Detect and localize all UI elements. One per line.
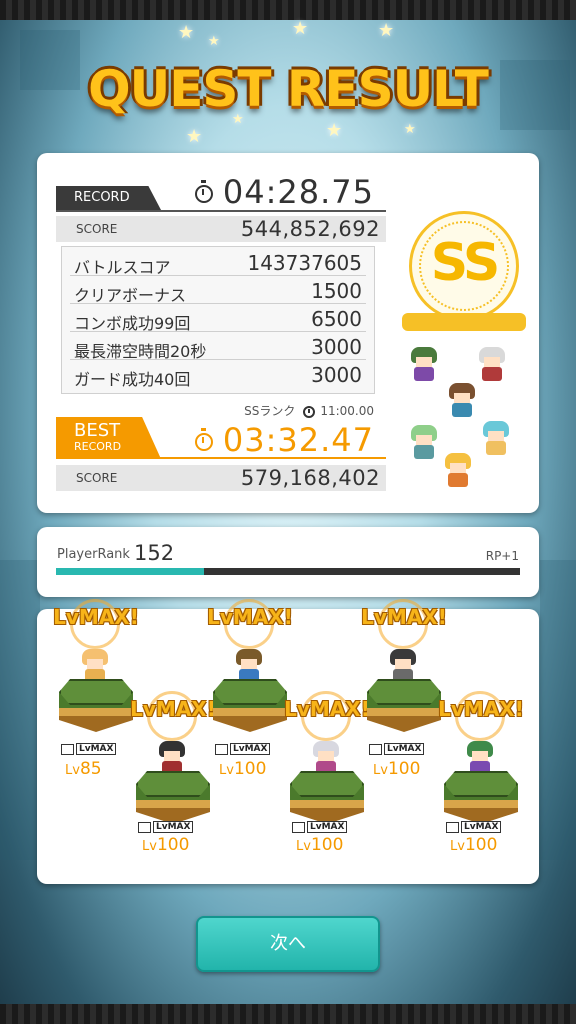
lvmax-label: LvMAX! bbox=[438, 697, 524, 721]
record-score-row: SCORE 544,852,692 bbox=[56, 216, 386, 242]
stopwatch-icon bbox=[194, 428, 213, 451]
ss-condition-time: 11:00.00 bbox=[320, 404, 374, 418]
breakdown-label: ガード成功40回 bbox=[74, 370, 191, 389]
score-label: SCORE bbox=[76, 471, 118, 485]
sparkle-icon: ★ bbox=[404, 122, 416, 137]
best-time-value: 03:32.47 bbox=[222, 421, 374, 459]
breakdown-label: バトルスコア bbox=[74, 258, 171, 277]
character-sprite-icon bbox=[477, 347, 507, 383]
party-unit: LvMAX! LvMAX Lv100 bbox=[130, 691, 216, 891]
grass-pedestal bbox=[136, 771, 210, 827]
rank-badge-text: SS bbox=[430, 233, 501, 293]
character-sprite-icon bbox=[481, 421, 511, 457]
stopwatch-icon bbox=[303, 405, 316, 418]
best-time: 03:32.47 bbox=[194, 421, 374, 459]
score-label: SCORE bbox=[76, 222, 118, 236]
party-card: LvMAX! LvMAX Lv85 LvMAX! LvMAX Lv100 LvM… bbox=[37, 599, 539, 884]
breakdown-row: バトルスコア 143737605 bbox=[70, 250, 366, 277]
breakdown-value: 6500 bbox=[311, 307, 362, 331]
lvmax-badge: LvMAX bbox=[446, 821, 516, 835]
record-time: 04:28.75 bbox=[194, 173, 374, 211]
sparkle-icon: ★ bbox=[208, 34, 220, 49]
best-score-value: 579,168,402 bbox=[240, 466, 380, 490]
page-title: QUEST RESULT bbox=[88, 60, 489, 118]
lvmax-label: LvMAX! bbox=[53, 605, 139, 629]
breakdown-value: 1500 bbox=[311, 279, 362, 303]
unit-level: Lv85 bbox=[65, 759, 102, 779]
record-tag: RECORD bbox=[56, 186, 161, 210]
player-rank-label: PlayerRank bbox=[57, 547, 130, 562]
medal-ribbon bbox=[402, 313, 526, 331]
ss-rank-condition: SSランク 11:00.00 bbox=[244, 402, 374, 419]
breakdown-value: 3000 bbox=[311, 335, 362, 359]
lvmax-label: LvMAX! bbox=[130, 697, 216, 721]
unit-level: Lv100 bbox=[219, 759, 267, 779]
lvmax-label: LvMAX! bbox=[361, 605, 447, 629]
grass-pedestal bbox=[213, 679, 287, 735]
unit-level: Lv100 bbox=[296, 835, 344, 855]
unit-level: Lv100 bbox=[373, 759, 421, 779]
sparkle-icon: ★ bbox=[292, 18, 309, 39]
best-tag-line1: BEST bbox=[74, 420, 121, 441]
ss-condition-label: SSランク bbox=[244, 404, 296, 418]
next-button[interactable]: 次へ bbox=[196, 916, 380, 972]
unit-level: Lv100 bbox=[142, 835, 190, 855]
best-score-row: SCORE 579,168,402 bbox=[56, 465, 386, 491]
breakdown-row: クリアボーナス 1500 bbox=[70, 278, 366, 305]
best-tag-line2: RECORD bbox=[74, 440, 122, 453]
record-card: RECORD 04:28.75 SCORE 544,852,692 バトルスコア… bbox=[37, 153, 539, 513]
lvmax-label: LvMAX! bbox=[284, 697, 370, 721]
background-block bbox=[540, 560, 576, 860]
party-unit: LvMAX! LvMAX Lv100 bbox=[438, 691, 524, 891]
breakdown-row: ガード成功40回 3000 bbox=[70, 362, 366, 389]
lvmax-badge: LvMAX bbox=[61, 743, 131, 757]
breakdown-label: コンボ成功99回 bbox=[74, 314, 191, 333]
lvmax-badge: LvMAX bbox=[215, 743, 285, 757]
party-unit: LvMAX! LvMAX Lv100 bbox=[361, 599, 447, 799]
top-frame-strip bbox=[0, 0, 576, 20]
lvmax-badge: LvMAX bbox=[138, 821, 208, 835]
party-unit: LvMAX! LvMAX Lv85 bbox=[53, 599, 139, 799]
character-sprite-icon bbox=[409, 347, 439, 383]
lvmax-badge: LvMAX bbox=[369, 743, 439, 757]
sparkle-icon: ★ bbox=[326, 120, 343, 141]
party-unit: LvMAX! LvMAX Lv100 bbox=[207, 599, 293, 799]
lvmax-badge: LvMAX bbox=[292, 821, 362, 835]
record-score-value: 544,852,692 bbox=[240, 217, 380, 241]
unit-level: Lv100 bbox=[450, 835, 498, 855]
sparkle-icon: ★ bbox=[186, 126, 203, 147]
breakdown-label: 最長滞空時間20秒 bbox=[74, 342, 207, 361]
grass-pedestal bbox=[367, 679, 441, 735]
bottom-frame-strip bbox=[0, 1004, 576, 1024]
sparkle-icon: ★ bbox=[378, 20, 395, 41]
background-block bbox=[0, 560, 40, 860]
rank-progress-fill bbox=[56, 568, 205, 575]
breakdown-value: 3000 bbox=[311, 363, 362, 387]
best-record-tag: BEST RECORD bbox=[56, 417, 161, 459]
grass-pedestal bbox=[444, 771, 518, 827]
player-rank-value: 152 bbox=[134, 541, 175, 565]
breakdown-row: 最長滞空時間20秒 3000 bbox=[70, 334, 366, 361]
stopwatch-icon bbox=[194, 180, 213, 203]
rank-points-gain: RP+1 bbox=[485, 549, 519, 563]
character-sprite-icon bbox=[409, 425, 439, 461]
grass-pedestal bbox=[290, 771, 364, 827]
score-breakdown: バトルスコア 143737605 クリアボーナス 1500 コンボ成功99回 6500… bbox=[61, 246, 375, 394]
breakdown-row: コンボ成功99回 6500 bbox=[70, 306, 366, 333]
character-sprite-icon bbox=[443, 453, 473, 489]
character-sprite-icon bbox=[447, 383, 477, 419]
party-unit: LvMAX! LvMAX Lv100 bbox=[284, 691, 370, 891]
grass-pedestal bbox=[59, 679, 133, 735]
record-time-value: 04:28.75 bbox=[222, 173, 374, 211]
sparkle-icon: ★ bbox=[178, 22, 195, 43]
breakdown-value: 143737605 bbox=[247, 251, 362, 275]
title-banner: ★ ★ ★ ★ ★ ★ ★ ★ QUEST RESULT bbox=[0, 18, 576, 147]
player-rank-card: PlayerRank 152 RP+1 bbox=[37, 527, 539, 597]
lvmax-label: LvMAX! bbox=[207, 605, 293, 629]
breakdown-label: クリアボーナス bbox=[74, 286, 187, 305]
rank-progress-bar bbox=[56, 568, 520, 575]
ss-rank-medal-icon: SS bbox=[402, 205, 526, 335]
